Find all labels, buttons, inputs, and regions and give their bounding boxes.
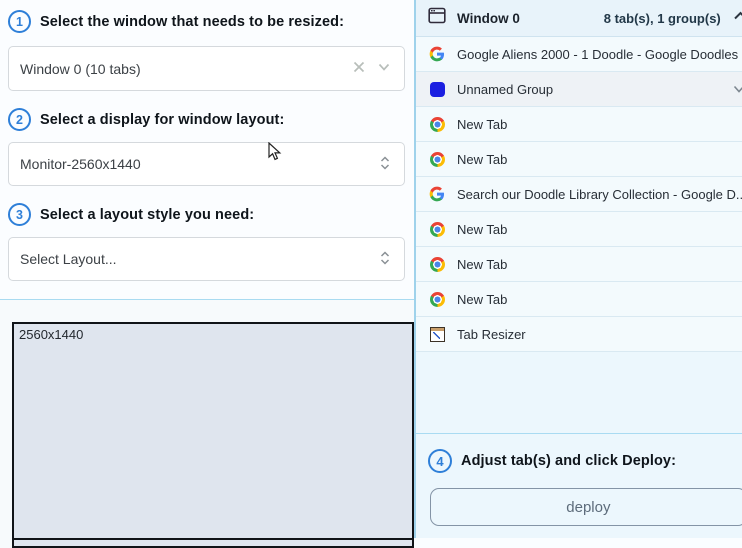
- chrome-favicon: [429, 116, 445, 132]
- deploy-section: 4 Adjust tab(s) and click Deploy: deploy: [416, 433, 742, 538]
- chevron-down-icon[interactable]: [731, 81, 742, 97]
- chrome-favicon: [429, 291, 445, 307]
- tab-row[interactable]: New Tab: [416, 282, 742, 317]
- step-3-row: 3 Select a layout style you need:: [8, 203, 405, 226]
- tab-row[interactable]: New Tab: [416, 212, 742, 247]
- tab-row[interactable]: New Tab: [416, 107, 742, 142]
- tab-title: New Tab: [457, 221, 508, 237]
- tab-group-count: 8 tab(s), 1 group(s): [603, 10, 721, 26]
- updown-stepper-icon: [378, 250, 392, 269]
- chrome-favicon: [429, 256, 445, 272]
- tab-resizer-favicon: [429, 326, 445, 342]
- clear-icon[interactable]: [351, 59, 367, 78]
- collapse-chevron-up-icon[interactable]: [732, 8, 742, 29]
- monitor-preview: 2560x1440: [12, 322, 414, 548]
- step-4-row: 4 Adjust tab(s) and click Deploy:: [428, 449, 742, 473]
- chevron-down-icon[interactable]: [376, 59, 392, 78]
- tab-title: New Tab: [457, 151, 508, 167]
- controls-section: 1 Select the window that needs to be res…: [0, 0, 414, 300]
- chrome-favicon: [429, 221, 445, 237]
- chrome-favicon: [429, 151, 445, 167]
- window-select-value: Window 0 (10 tabs): [20, 60, 141, 77]
- display-select-value: Monitor-2560x1440: [20, 156, 141, 172]
- step-1-label: Select the window that needs to be resiz…: [40, 13, 345, 30]
- group-color-swatch: [429, 81, 445, 97]
- tab-title: Tab Resizer: [457, 326, 526, 342]
- tab-row[interactable]: New Tab: [416, 247, 742, 282]
- step-1-row: 1 Select the window that needs to be res…: [8, 10, 405, 33]
- tab-title: Google Aliens 2000 - 1 Doodle - Google D…: [457, 46, 739, 62]
- step-2-row: 2 Select a display for window layout:: [8, 108, 405, 131]
- step-4-badge: 4: [428, 449, 452, 473]
- step-1-badge: 1: [8, 10, 31, 33]
- window-panel: Window 0 8 tab(s), 1 group(s) Google Ali…: [414, 0, 742, 538]
- step-2-badge: 2: [8, 108, 31, 131]
- layout-select[interactable]: Select Layout...: [8, 237, 405, 281]
- window-icon: [428, 7, 446, 29]
- step-2-label: Select a display for window layout:: [40, 111, 285, 128]
- layout-select-value: Select Layout...: [20, 251, 117, 267]
- window-panel-header[interactable]: Window 0 8 tab(s), 1 group(s): [416, 0, 742, 37]
- monitor-resolution-label: 2560x1440: [19, 327, 84, 342]
- group-row[interactable]: Unnamed Group: [416, 72, 742, 107]
- google-favicon: [429, 186, 445, 202]
- display-select[interactable]: Monitor-2560x1440: [8, 142, 405, 186]
- tab-title: New Tab: [457, 291, 508, 307]
- left-pane: 1 Select the window that needs to be res…: [0, 0, 414, 548]
- google-favicon: [429, 46, 445, 62]
- step-3-label: Select a layout style you need:: [40, 206, 255, 223]
- tab-row[interactable]: Tab Resizer: [416, 317, 742, 352]
- taskbar-strip: [14, 538, 412, 546]
- tab-row[interactable]: Search our Doodle Library Collection - G…: [416, 177, 742, 212]
- tab-title: Search our Doodle Library Collection - G…: [457, 186, 742, 202]
- updown-stepper-icon: [378, 155, 392, 174]
- tab-row[interactable]: Google Aliens 2000 - 1 Doodle - Google D…: [416, 37, 742, 72]
- group-title: Unnamed Group: [457, 81, 554, 97]
- tab-title: New Tab: [457, 256, 508, 272]
- tab-row[interactable]: New Tab: [416, 142, 742, 177]
- tab-title: New Tab: [457, 116, 508, 132]
- deploy-button[interactable]: deploy: [430, 488, 742, 526]
- window-select[interactable]: Window 0 (10 tabs): [8, 46, 405, 91]
- tab-resizer-app: 1 Select the window that needs to be res…: [0, 0, 742, 548]
- preview-section: 2560x1440: [0, 300, 414, 548]
- panel-spacer: [416, 352, 742, 433]
- step-3-badge: 3: [8, 203, 31, 226]
- step-4-label: Adjust tab(s) and click Deploy:: [461, 453, 676, 469]
- window-title: Window 0: [457, 10, 520, 26]
